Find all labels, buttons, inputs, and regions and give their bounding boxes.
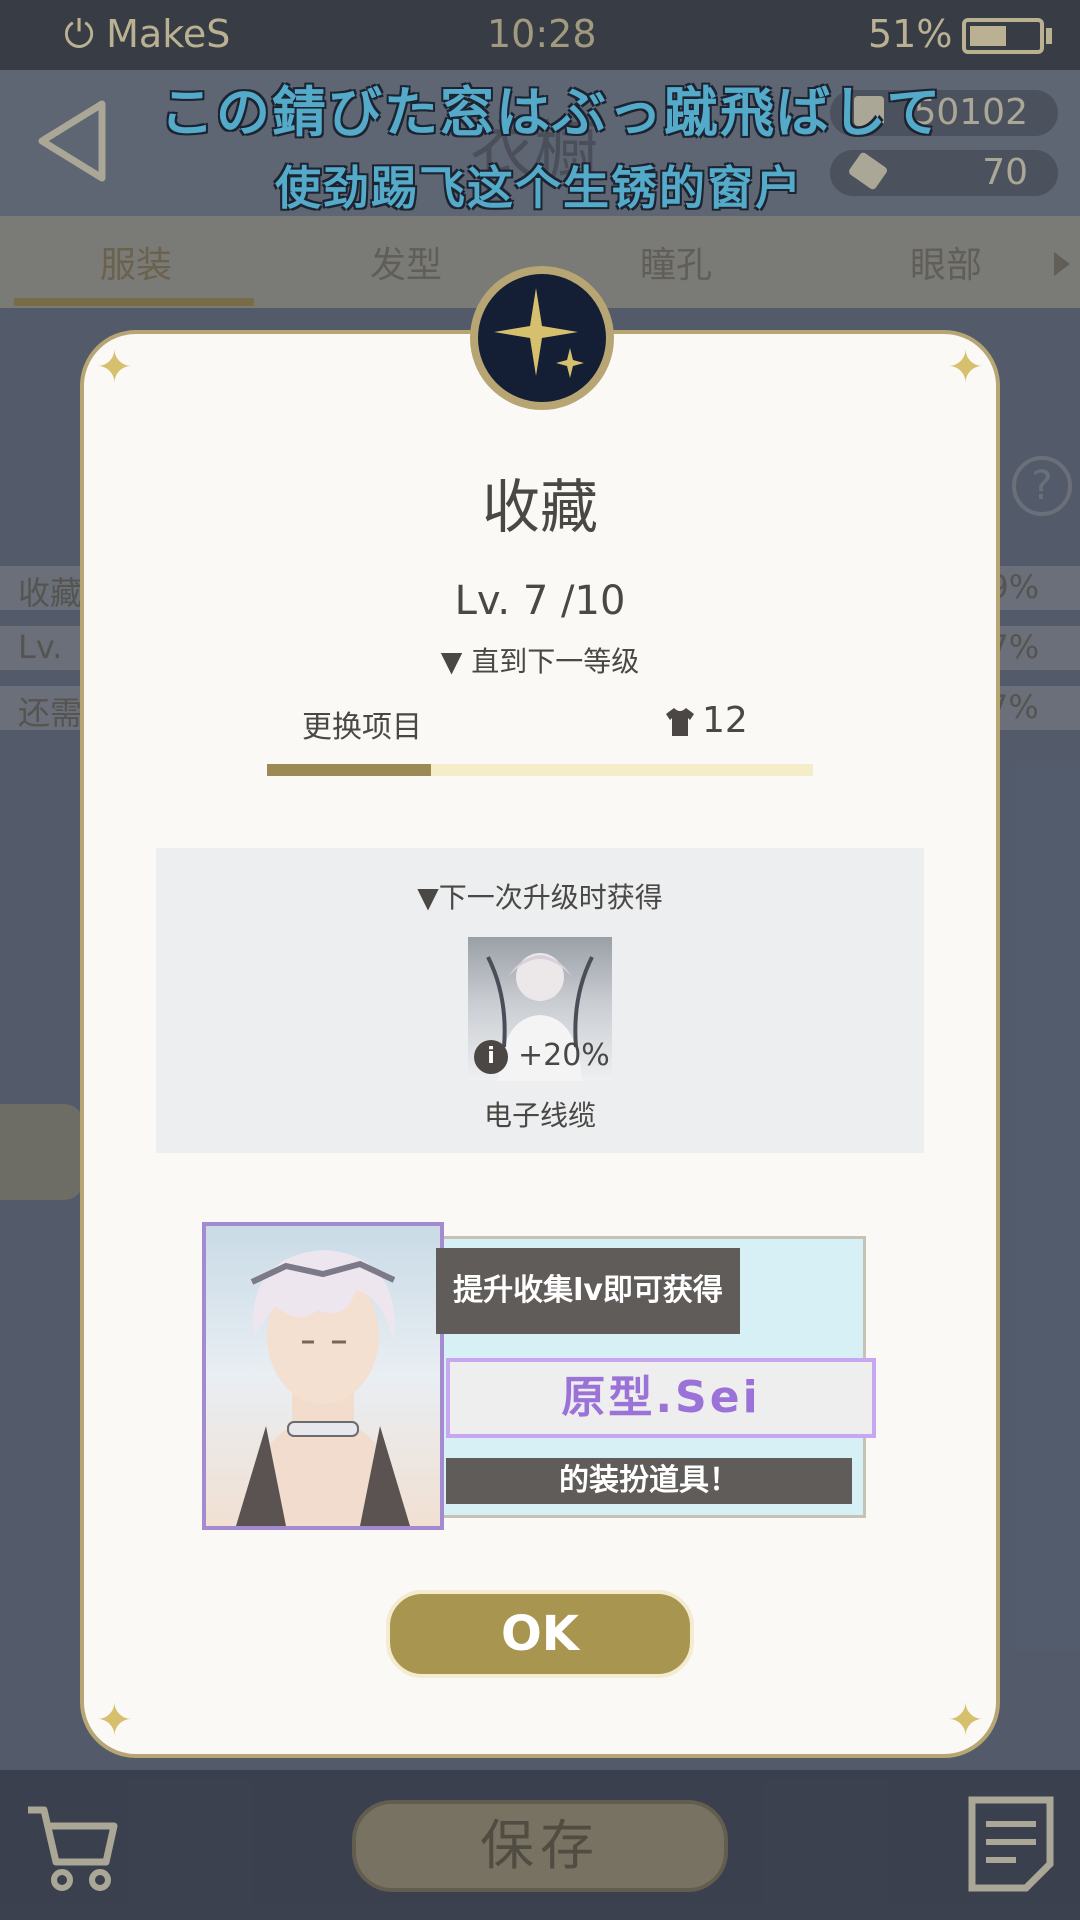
corner-star-icon: ✦ [947, 342, 984, 393]
dialog-title: 收藏 [481, 473, 598, 541]
banner-character-name: 原型.Sei [446, 1358, 876, 1438]
level-text: Lv. 7 /10 [454, 578, 626, 624]
corner-star-icon: ✦ [96, 342, 133, 393]
level-progress-bar [267, 764, 813, 776]
level-progress-fill [267, 764, 431, 776]
exchange-items-label: 更换项目 [302, 710, 422, 745]
next-reward-title: ▼下一次升级时获得 [417, 881, 663, 914]
exchange-items-count: 12 [702, 700, 748, 741]
star-emblem-icon [470, 266, 614, 410]
corner-star-icon: ✦ [947, 1695, 984, 1746]
shirt-icon [664, 706, 696, 742]
character-portrait [202, 1222, 444, 1530]
ok-button[interactable]: OK [386, 1590, 694, 1678]
banner-caption-top: 提升收集lv即可获得 [436, 1248, 740, 1334]
corner-star-icon: ✦ [96, 1695, 133, 1746]
reward-bonus: +20% [518, 1038, 610, 1073]
reward-name: 电子线缆 [483, 1099, 596, 1132]
banner-caption-bottom: 的装扮道具！ [446, 1458, 852, 1504]
info-icon[interactable]: i [474, 1040, 508, 1074]
until-next-label: ▼ 直到下一等级 [440, 645, 640, 678]
